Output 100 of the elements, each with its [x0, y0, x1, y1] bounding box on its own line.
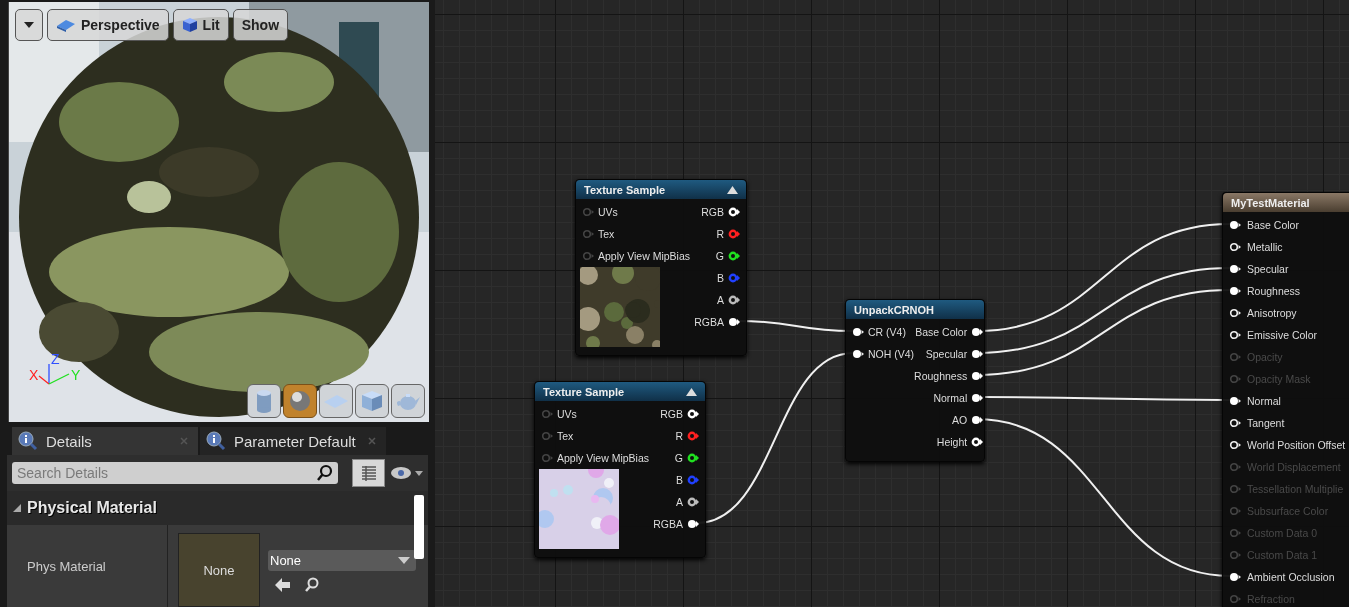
- pin-label: RGB: [660, 408, 683, 420]
- input-pin-icon[interactable]: [1229, 396, 1241, 406]
- input-pin-icon[interactable]: [541, 431, 553, 441]
- pin-label: Tex: [598, 228, 615, 240]
- pin-label: Normal: [1247, 395, 1281, 407]
- graph-node[interactable]: [1222, 192, 1349, 607]
- preview-shape-button[interactable]: [355, 384, 389, 418]
- cube-icon: [181, 17, 198, 33]
- pin-label: Tessellation Multiplie: [1247, 483, 1344, 495]
- input-pin-icon[interactable]: [582, 229, 594, 239]
- pin-label: UVs: [557, 408, 577, 420]
- info-magnifier-icon: [206, 431, 226, 451]
- perspective-button[interactable]: Perspective: [47, 9, 169, 41]
- pin-label: Opacity: [1247, 351, 1283, 363]
- node-header[interactable]: UnpackCRNOH: [846, 300, 984, 319]
- input-pin-icon[interactable]: [1229, 330, 1241, 340]
- input-pin-icon[interactable]: [1229, 572, 1241, 582]
- pin-label: G: [715, 250, 724, 262]
- preview-shape-button[interactable]: [391, 384, 425, 418]
- pin-label: UVs: [598, 206, 618, 218]
- pin-label: NOH (V4): [868, 348, 915, 360]
- output-pin-icon[interactable]: [687, 497, 699, 507]
- input-pin-icon[interactable]: [582, 207, 594, 217]
- preview-shape-button[interactable]: [283, 384, 317, 418]
- output-pin-icon[interactable]: [971, 327, 984, 337]
- input-pin-icon[interactable]: [1229, 308, 1241, 318]
- pin-label: Refraction: [1247, 593, 1295, 605]
- pin-label: World Position Offset: [1247, 439, 1346, 451]
- preview-shape-button[interactable]: [247, 384, 281, 418]
- output-pin-icon[interactable]: [728, 251, 740, 261]
- output-pin-icon[interactable]: [728, 207, 740, 217]
- input-pin-icon[interactable]: [852, 349, 864, 359]
- input-pin-icon[interactable]: [541, 409, 553, 419]
- output-pin-icon[interactable]: [687, 409, 699, 419]
- search-field[interactable]: Search Details: [12, 462, 338, 484]
- axis-label: X: [29, 368, 39, 382]
- pin-label: B: [717, 272, 724, 284]
- collapse-icon[interactable]: [727, 185, 738, 194]
- graph-node[interactable]: Texture Sample UVs Tex Apply View MipBias RGB R G B A RGBA: [534, 381, 706, 558]
- panel-tab[interactable]: Parameter Default: [200, 427, 386, 455]
- node-header[interactable]: MyTestMaterial: [1223, 193, 1349, 212]
- sphere-icon: [288, 389, 312, 413]
- node-title: Texture Sample: [584, 183, 666, 196]
- pin-label: A: [717, 294, 724, 306]
- camera-icon: [56, 18, 76, 32]
- search-icon: [316, 464, 334, 482]
- input-pin-icon[interactable]: [1229, 440, 1241, 450]
- pin-label: RGBA: [653, 518, 683, 530]
- pin-label: B: [676, 474, 683, 486]
- input-pin-icon[interactable]: [541, 453, 553, 463]
- output-pin-icon[interactable]: [728, 295, 740, 305]
- viewport-options-button[interactable]: [15, 9, 43, 41]
- collapse-icon[interactable]: [686, 387, 697, 396]
- pin-label: G: [674, 452, 683, 464]
- output-pin-icon[interactable]: [971, 349, 984, 359]
- node-header[interactable]: Texture Sample: [576, 180, 746, 199]
- input-pin-icon[interactable]: [1229, 220, 1241, 230]
- show-button[interactable]: Show: [232, 9, 289, 41]
- input-pin-icon[interactable]: [1229, 264, 1241, 274]
- lit-button[interactable]: Lit: [172, 9, 229, 41]
- teapot-icon: [395, 391, 421, 411]
- pin-label: Normal: [933, 392, 968, 404]
- property-label: Phys Material: [27, 558, 106, 574]
- input-pin-icon[interactable]: [852, 327, 864, 337]
- pin-label: Specular: [1247, 263, 1289, 275]
- pin-label: Base Color: [1247, 219, 1299, 231]
- axis-label: Z: [51, 352, 60, 366]
- input-pin-icon[interactable]: [1229, 242, 1241, 252]
- graph-node[interactable]: Texture Sample UVs Tex Apply View MipBias RGB R G B A RGBA: [575, 179, 747, 356]
- arrow-left-icon[interactable]: [274, 577, 292, 593]
- visibility-dropdown[interactable]: [391, 466, 423, 480]
- input-pin-icon[interactable]: [582, 251, 594, 261]
- asset-dropdown[interactable]: None: [268, 550, 416, 571]
- output-pin-icon[interactable]: [971, 393, 984, 403]
- view-options-button[interactable]: [352, 459, 385, 487]
- output-pin-icon[interactable]: [971, 415, 984, 425]
- category-header[interactable]: Physical Material: [7, 491, 428, 525]
- pin-label: Anisotropy: [1247, 307, 1297, 319]
- pin-label: Opacity Mask: [1247, 373, 1311, 385]
- material-preview-viewport[interactable]: Perspective Lit Show X Z Y: [8, 2, 429, 422]
- output-pin-icon[interactable]: [971, 437, 984, 447]
- output-pin-icon[interactable]: [971, 371, 984, 381]
- scrollbar[interactable]: [414, 495, 424, 559]
- input-pin-icon[interactable]: [1229, 418, 1241, 428]
- node-title: UnpackCRNOH: [854, 303, 935, 316]
- pin-label: Apply View MipBias: [557, 452, 649, 464]
- graph-node[interactable]: UnpackCRNOH CR (V4) NOH (V4) Base Color Specular Roughness Normal AO Height: [845, 299, 985, 462]
- pin-label: AO: [952, 414, 968, 426]
- axis-label: Y: [71, 368, 81, 382]
- panel-tab[interactable]: Details: [12, 427, 198, 455]
- pin-label: Apply View MipBias: [598, 250, 690, 262]
- input-pin-icon[interactable]: [1229, 286, 1241, 296]
- cube-icon: [361, 390, 383, 412]
- node-header[interactable]: Texture Sample: [535, 382, 705, 401]
- output-pin-icon[interactable]: [728, 317, 740, 327]
- preview-shape-button[interactable]: [319, 384, 353, 418]
- search-icon[interactable]: [304, 577, 320, 593]
- asset-thumbnail[interactable]: None: [178, 533, 260, 607]
- output-pin-icon[interactable]: [687, 519, 699, 529]
- output-pin-icon[interactable]: [687, 453, 699, 463]
